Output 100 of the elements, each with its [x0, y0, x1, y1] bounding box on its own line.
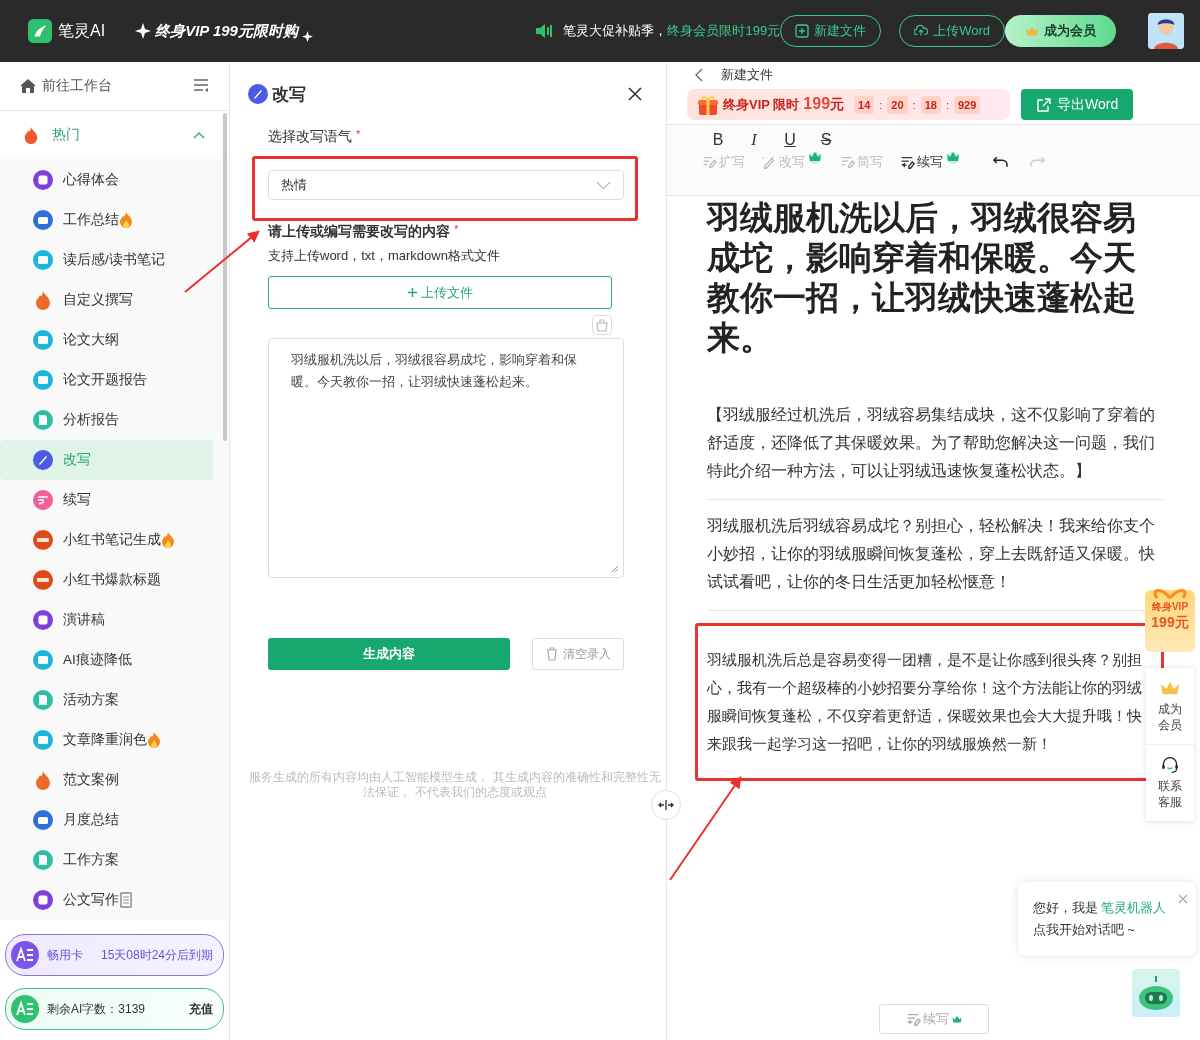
category-icon — [33, 570, 53, 590]
close-icon[interactable] — [628, 87, 642, 101]
category-icon — [33, 250, 53, 270]
rewrite-icon — [248, 84, 268, 104]
underline-button[interactable]: U — [779, 131, 801, 149]
category-icon — [33, 610, 53, 630]
sidebar-item[interactable]: AI痕迹降低 — [0, 640, 213, 680]
chevron-icon — [596, 180, 611, 190]
sidebar-item[interactable]: 分析报告 — [0, 400, 213, 440]
undo-icon[interactable] — [993, 156, 1008, 168]
flame-icon — [22, 125, 40, 145]
price-text: 199元 — [803, 95, 845, 114]
speaker-icon — [535, 23, 554, 39]
timer-separator: : — [911, 98, 917, 111]
sidebar-item[interactable]: 续写 — [0, 480, 213, 520]
sidebar-item[interactable]: 演讲稿 — [0, 600, 213, 640]
field-label: 选择改写语气 — [268, 128, 352, 146]
sidebar-item[interactable]: 小红书笔记生成 — [0, 520, 213, 560]
menu-icon[interactable] — [193, 79, 209, 93]
bold-button[interactable]: B — [707, 131, 729, 149]
avatar[interactable] — [1148, 13, 1184, 49]
file-title: 新建文件 — [721, 66, 773, 84]
membership-button[interactable]: 成为会员 — [1005, 15, 1116, 47]
countdown-digit: 929 — [954, 95, 981, 114]
home-icon[interactable] — [20, 79, 36, 93]
countdown-digit: 14 — [854, 95, 875, 114]
sidebar-item[interactable]: 工作方案 — [0, 840, 213, 880]
sidebar-item[interactable]: 公文写作 — [0, 880, 213, 920]
plus-icon — [407, 287, 418, 298]
workspace-link[interactable]: 前往工作台 — [42, 77, 187, 95]
vip-title: 终身VIP — [1151, 600, 1189, 614]
sidebar-item[interactable]: 月度总结 — [0, 800, 213, 840]
cloud-upload-icon — [914, 24, 929, 38]
article-heading: 羽绒服机洗以后，羽绒很容易成坨，影响穿着和保暖。今天教你一招，让羽绒快速蓬松起来。 — [707, 198, 1137, 358]
ai-badge-icon — [11, 941, 39, 969]
logo-icon — [28, 19, 52, 43]
support-shortcut[interactable]: 联系客服 — [1146, 745, 1194, 822]
expand-icon — [701, 154, 717, 170]
category-icon — [33, 170, 53, 190]
sidebar-item[interactable]: 心得体会 — [0, 160, 213, 200]
sidebar-item[interactable]: 活动方案 — [0, 680, 213, 720]
resize-handle[interactable] — [651, 790, 681, 820]
italic-button[interactable]: I — [743, 131, 765, 149]
sidebar-item[interactable]: 论文开题报告 — [0, 360, 213, 400]
countdown-digit: 18 — [920, 95, 941, 114]
chat-prompt: 点我开始对话吧 ~ — [1033, 921, 1136, 939]
category-icon — [33, 730, 53, 750]
timer-separator: : — [878, 98, 884, 111]
back-icon[interactable] — [695, 68, 703, 82]
category-icon — [33, 370, 53, 390]
headset-icon — [1160, 756, 1180, 774]
tone-select[interactable]: 热情 — [268, 170, 624, 200]
membership-shortcut[interactable]: 成为会员 — [1146, 668, 1194, 745]
continue-icon — [899, 154, 915, 170]
category-icon — [33, 850, 53, 870]
article-paragraph: 羽绒服机洗后总是容易变得一团糟，是不是让你感到很头疼？别担心，我有一个超级棒的小妙招要分享给你！这个方法能让你的羽绒服瞬间恢复蓬松，不仅穿着更舒适，保暖效果也会大大提升哦！快来跟我一起学习这一招吧，让你的羽绒服焕然一新！ — [707, 650, 1143, 754]
content-textarea[interactable]: 羽绒服机洗以后，羽绒很容易成坨，影响穿着和保暖。今天教你一招，让羽绒快速蓬松起来。 — [268, 338, 624, 578]
category-icon — [33, 290, 53, 310]
sidebar-item[interactable]: 小红书爆款标题 — [0, 560, 213, 600]
promo-text[interactable]: 终身VIP 199元限时购 — [155, 21, 298, 41]
category-icon — [33, 890, 53, 910]
resize-grip-icon[interactable] — [611, 565, 619, 573]
sparkle-icon — [135, 23, 152, 39]
continue-tool-button[interactable]: 续写 — [895, 153, 965, 171]
panel-title: 改写 — [272, 83, 307, 106]
disclaimer-text: 服务生成的所有内容均由人工智能模型生成， 其生成内容的准确性和完整性无法保证， 不代表我们的态度或观点 — [248, 770, 662, 800]
ai-badge-icon — [11, 995, 39, 1023]
sidebar-item[interactable]: 范文案例 — [0, 760, 213, 800]
category-icon — [33, 490, 53, 510]
field-label: 请上传或编写需要改写的内容 — [268, 223, 450, 241]
category-icon — [33, 690, 53, 710]
robot-icon[interactable] — [1132, 969, 1180, 1017]
crown-icon — [1025, 24, 1039, 38]
sidebar-item[interactable]: 论文大纲 — [0, 320, 213, 360]
expiry-text: 15天08时24分后到期 — [100, 946, 213, 964]
required-mark: * — [454, 223, 459, 237]
sidebar-item[interactable]: 工作总结 — [0, 200, 213, 240]
category-icon — [33, 210, 53, 230]
continue-icon — [905, 1011, 921, 1027]
logo-text: 笔灵AI — [58, 20, 106, 41]
chat-bubble[interactable]: 您好，我是 笔灵机器人 点我开始对话吧 ~ — [1018, 882, 1196, 956]
category-icon — [33, 330, 53, 350]
promo-banner[interactable]: 终身VIP 限时 199元 14 : 20 : 18 : 929 — [687, 89, 1010, 120]
add-file-icon — [795, 24, 810, 38]
chat-greeting: 您好，我是 笔灵机器人 — [1033, 899, 1168, 917]
chevron-icon[interactable] — [193, 131, 205, 139]
vip-price: 199元 — [1151, 614, 1189, 632]
card-title: 畅用卡 — [47, 946, 84, 964]
sidebar-item[interactable]: 文章降重润色 — [0, 720, 213, 760]
recharge-link[interactable]: 充值 — [189, 1000, 213, 1018]
promo-text: 终身VIP 限时 — [723, 95, 800, 114]
sidebar-item[interactable]: 自定义撰写 — [0, 280, 213, 320]
timer-separator: : — [944, 98, 950, 111]
category-icon — [33, 530, 53, 550]
required-mark: * — [356, 128, 361, 142]
shorten-icon — [839, 154, 855, 170]
category-icon — [33, 810, 53, 830]
sidebar-item[interactable]: 读后感/读书笔记 — [0, 240, 213, 280]
article-paragraph: 羽绒服机洗后羽绒容易成坨？别担心，轻松解决！我来给你支个小妙招，让你的羽绒服瞬间恢复蓬松，穿上去既舒适又保暖。快试试看吧，让你的冬日生活更加轻松惬意！ — [707, 516, 1156, 592]
strike-button[interactable]: S — [815, 131, 837, 149]
